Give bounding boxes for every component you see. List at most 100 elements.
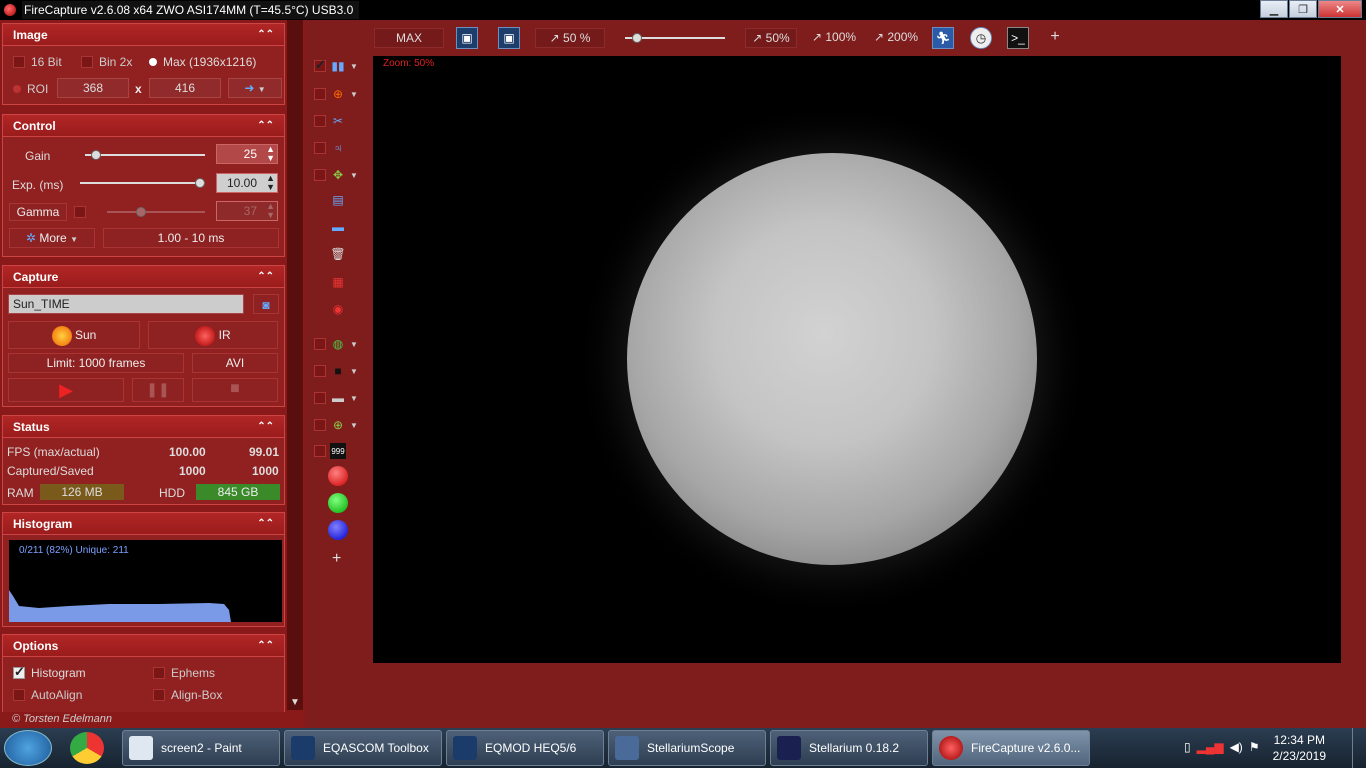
chevron-down-icon[interactable]: ▼ bbox=[350, 394, 358, 403]
capture-panel-header[interactable]: Capture ⌃⌃ bbox=[3, 266, 284, 288]
bar-chart-icon[interactable]: ▮▮ bbox=[330, 58, 346, 74]
bar-icon[interactable]: ▬ bbox=[330, 390, 346, 406]
gain-spinner[interactable]: 25 ▲ ▼ bbox=[216, 144, 278, 164]
profile-field[interactable]: Sun_TIME bbox=[8, 294, 244, 314]
target-icon[interactable]: ⊕ bbox=[330, 86, 346, 102]
spin-arrows-icon[interactable]: ▲ ▼ bbox=[266, 202, 275, 220]
roi-apply-button[interactable]: ➜ ▼ bbox=[228, 78, 282, 98]
trash-icon[interactable]: 🗑︎ bbox=[330, 246, 346, 262]
collapse-icon[interactable]: ⌃⌃ bbox=[257, 29, 274, 40]
close-button[interactable]: ✕ bbox=[1318, 0, 1362, 18]
gamma-button[interactable]: Gamma bbox=[9, 203, 67, 221]
dark-frame-icon[interactable]: ▦ bbox=[330, 274, 346, 290]
taskbar-item-stellariumscope[interactable]: StellariumScope bbox=[608, 730, 766, 766]
zoom-100-button[interactable]: ↗ 100% bbox=[805, 28, 863, 48]
roi-width-field[interactable]: 368 bbox=[57, 78, 129, 98]
volume-icon[interactable]: ◀) bbox=[1230, 740, 1243, 754]
collapse-icon[interactable]: ⌃⌃ bbox=[257, 271, 274, 282]
format-button[interactable]: AVI bbox=[192, 353, 278, 373]
zoom-slider-knob[interactable] bbox=[632, 33, 642, 43]
counter-icon[interactable]: 999 bbox=[330, 443, 346, 459]
pause-capture-button[interactable]: ❚❚ bbox=[132, 378, 184, 402]
spin-arrows-icon[interactable]: ▲ ▼ bbox=[266, 145, 275, 163]
alignbox-checkbox[interactable] bbox=[153, 689, 165, 701]
run-button[interactable]: 🏃︎ bbox=[932, 27, 954, 49]
minimize-button[interactable]: ▁ bbox=[1260, 0, 1288, 18]
maximize-button[interactable]: ❐ bbox=[1289, 0, 1317, 18]
exposure-slider[interactable] bbox=[80, 178, 205, 188]
gamma-checkbox[interactable] bbox=[74, 206, 86, 218]
stop-capture-button[interactable]: ■ bbox=[192, 378, 278, 402]
device-icon[interactable]: ▯ bbox=[1184, 740, 1191, 754]
collapse-icon[interactable]: ⌃⌃ bbox=[257, 640, 274, 651]
network-icon[interactable]: ▂▄▆ bbox=[1197, 740, 1224, 754]
display-button[interactable]: ▣ bbox=[498, 27, 520, 49]
crop-tool-checkbox[interactable] bbox=[314, 115, 326, 127]
save-icon[interactable]: ▤ bbox=[330, 192, 346, 208]
max-button[interactable]: MAX bbox=[374, 28, 444, 48]
collapse-icon[interactable]: ⌃⌃ bbox=[257, 120, 274, 131]
add-tool-button[interactable]: + bbox=[1045, 28, 1065, 48]
ephems-checkbox[interactable] bbox=[153, 667, 165, 679]
chevron-down-icon[interactable]: ▼ bbox=[350, 421, 358, 430]
gain-slider-knob[interactable] bbox=[90, 150, 101, 160]
exposure-spinner[interactable]: 10.00 ▲ ▼ bbox=[216, 173, 278, 193]
move-tool-checkbox[interactable] bbox=[314, 169, 326, 181]
green-channel-icon[interactable] bbox=[328, 493, 348, 513]
collapse-icon[interactable]: ⌃⌃ bbox=[257, 518, 274, 529]
histogram-panel-header[interactable]: Histogram ⌃⌃ bbox=[3, 513, 284, 535]
clock[interactable]: 12:34 PM 2/23/2019 bbox=[1273, 732, 1326, 764]
start-button[interactable] bbox=[4, 730, 52, 766]
chrome-icon[interactable] bbox=[70, 732, 104, 764]
chevron-down-icon[interactable]: ▼ bbox=[350, 367, 358, 376]
gain-slider[interactable] bbox=[85, 150, 205, 160]
reticle-tool-checkbox[interactable] bbox=[314, 419, 326, 431]
chevron-down-icon[interactable]: ▼ bbox=[350, 171, 358, 180]
add-filter-icon[interactable]: + bbox=[332, 550, 341, 568]
zoom-display[interactable]: ↗ 50 % bbox=[535, 28, 605, 48]
jupiter-icon[interactable]: ♃ bbox=[330, 140, 346, 156]
fullscreen-button[interactable]: ▣ bbox=[456, 27, 478, 49]
chevron-down-icon[interactable]: ▼ bbox=[350, 62, 358, 71]
focus-tool-checkbox[interactable] bbox=[314, 88, 326, 100]
histogram-checkbox[interactable] bbox=[13, 664, 25, 680]
gamma-slider[interactable] bbox=[107, 207, 205, 217]
exposure-slider-knob[interactable] bbox=[195, 178, 205, 188]
scissors-icon[interactable]: ✂ bbox=[330, 113, 346, 129]
chevron-down-icon[interactable]: ▼ bbox=[350, 340, 358, 349]
spin-arrows-icon[interactable]: ▲ ▼ bbox=[266, 174, 275, 192]
max-radio[interactable] bbox=[149, 58, 157, 66]
autoalign-checkbox[interactable] bbox=[13, 689, 25, 701]
bin2x-checkbox[interactable] bbox=[81, 56, 93, 68]
zoom-200-button[interactable]: ↗ 200% bbox=[867, 28, 925, 48]
histogram-tool-checkbox[interactable] bbox=[314, 57, 326, 73]
start-capture-button[interactable]: ▶ bbox=[8, 378, 124, 402]
16bit-checkbox[interactable] bbox=[13, 56, 25, 68]
taskbar-item-eqmod[interactable]: EQMOD HEQ5/6 bbox=[446, 730, 604, 766]
image-panel-header[interactable]: Image ⌃⌃ bbox=[3, 24, 284, 46]
control-panel-header[interactable]: Control ⌃⌃ bbox=[3, 115, 284, 137]
options-panel-header[interactable]: Options ⌃⌃ bbox=[3, 635, 284, 657]
move-icon[interactable]: ✥ bbox=[330, 167, 346, 183]
black-tool-checkbox[interactable] bbox=[314, 365, 326, 377]
roi-radio[interactable] bbox=[13, 85, 21, 93]
reticle-icon[interactable]: ⊕ bbox=[330, 417, 346, 433]
blue-channel-icon[interactable] bbox=[328, 520, 348, 540]
exposure-range[interactable]: 1.00 - 10 ms bbox=[103, 228, 279, 248]
flag-icon[interactable]: ⚑ bbox=[1249, 740, 1260, 754]
console-button[interactable]: >_ bbox=[1007, 27, 1029, 49]
status-panel-header[interactable]: Status ⌃⌃ bbox=[3, 416, 284, 438]
flat-frame-icon[interactable]: ◉ bbox=[330, 301, 346, 317]
timer-button[interactable]: ◷ bbox=[970, 27, 992, 49]
color-tool-checkbox[interactable] bbox=[314, 338, 326, 350]
jupiter-tool-checkbox[interactable] bbox=[314, 142, 326, 154]
taskbar-item-firecapture[interactable]: FireCapture v2.6.0... bbox=[932, 730, 1090, 766]
camera-button[interactable]: ◙ bbox=[253, 294, 279, 314]
chevron-down-icon[interactable]: ▼ bbox=[350, 90, 358, 99]
limit-button[interactable]: Limit: 1000 frames bbox=[8, 353, 184, 373]
rgb-icon[interactable]: ◍ bbox=[330, 336, 346, 352]
gamma-slider-knob[interactable] bbox=[136, 207, 147, 217]
scroll-down-icon[interactable]: ▼ bbox=[290, 697, 300, 708]
left-scrollbar[interactable]: ▼ bbox=[287, 20, 303, 710]
collapse-icon[interactable]: ⌃⌃ bbox=[257, 421, 274, 432]
